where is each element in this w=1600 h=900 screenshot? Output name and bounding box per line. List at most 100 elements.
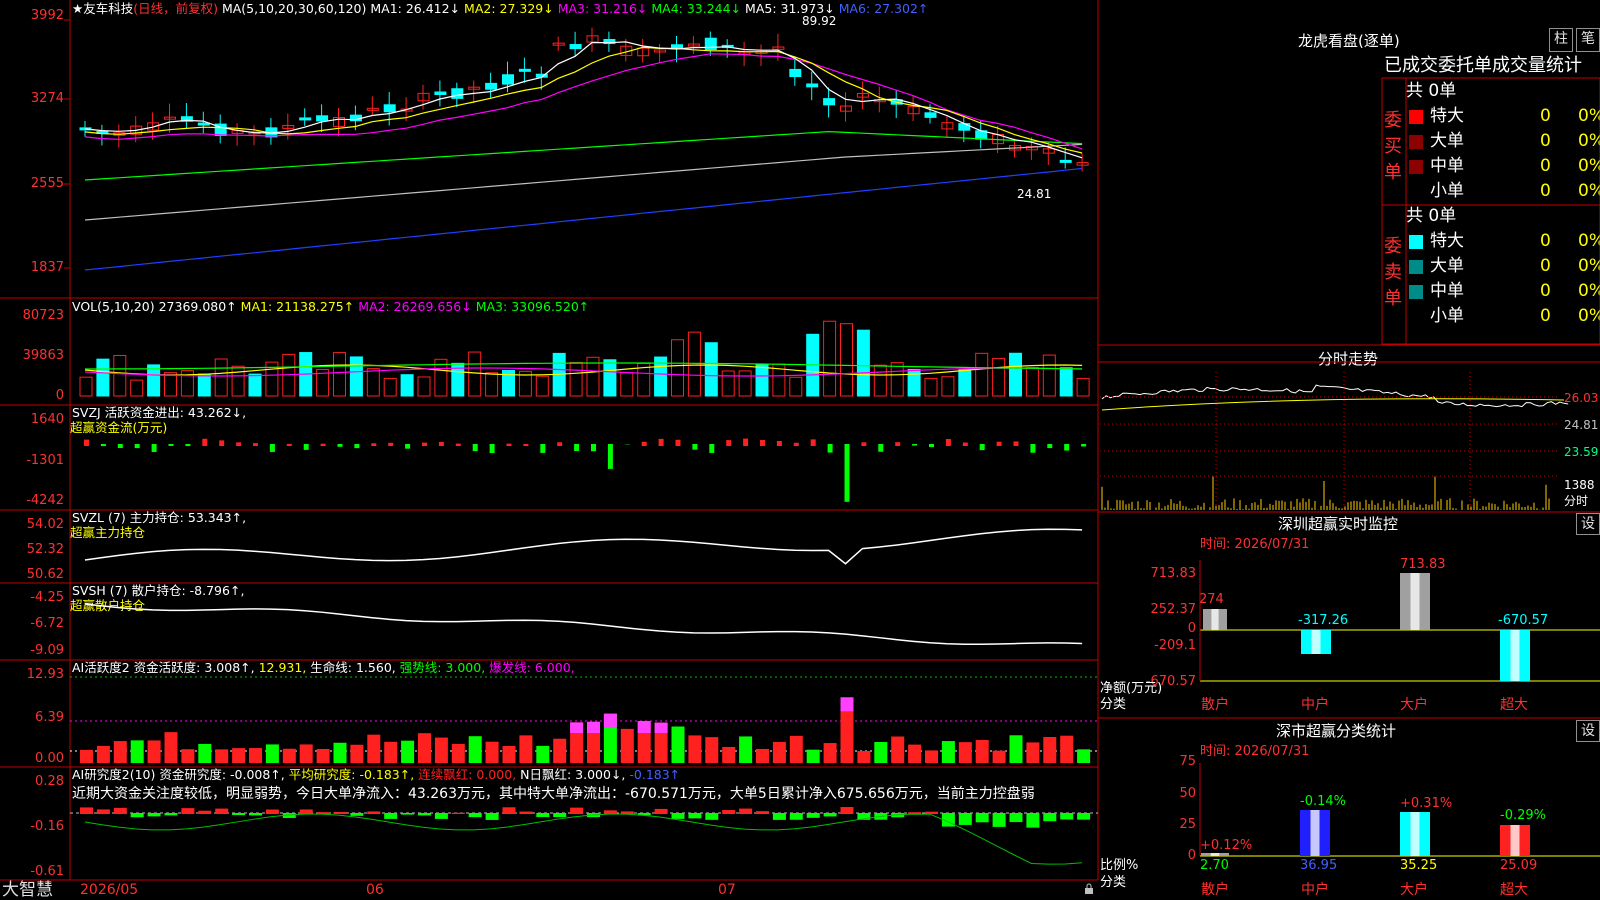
candle — [823, 98, 836, 106]
research-bar — [705, 813, 719, 820]
research-bar — [772, 813, 786, 820]
volume-bar — [417, 376, 431, 397]
research-bar — [434, 813, 448, 819]
research-bar — [1060, 813, 1074, 820]
volume-bar — [890, 362, 904, 397]
research-bar — [113, 807, 127, 814]
volume-bar — [823, 320, 837, 397]
volume-bar — [383, 377, 397, 397]
research-bar — [181, 808, 195, 814]
activity-bar — [941, 741, 955, 763]
flow-bar — [557, 442, 563, 446]
flow-bar — [286, 443, 292, 446]
candle — [434, 91, 447, 96]
flow-bar — [776, 440, 782, 446]
activity-peak — [637, 721, 651, 733]
activity-bar — [434, 737, 448, 763]
dragon-box — [1381, 77, 1600, 345]
flow-bar — [878, 444, 884, 452]
volume-bar — [164, 372, 177, 397]
research-bar — [1077, 813, 1091, 820]
research-bar — [198, 810, 212, 814]
flow-bar — [84, 439, 89, 446]
monitor-bar-super-shine — [1510, 630, 1520, 681]
activity-bar — [1026, 742, 1040, 763]
activity-bar — [671, 726, 685, 763]
activity-bar — [722, 746, 736, 763]
candle — [958, 123, 971, 131]
activity-peak — [840, 697, 854, 712]
activity-bar — [316, 748, 330, 763]
activity-peak — [603, 713, 617, 728]
research-bar — [654, 808, 668, 814]
flow-bar — [810, 439, 816, 446]
flow-bar — [591, 444, 596, 452]
flow-bar — [422, 442, 427, 446]
activity-bar — [401, 740, 415, 763]
flow-bar — [523, 443, 529, 446]
monitor-bar-large-shine — [1410, 573, 1420, 630]
flow-bar — [168, 444, 174, 446]
volume-bar — [992, 357, 1006, 397]
research-bar — [80, 807, 93, 814]
activity-bar — [468, 736, 482, 763]
volume-bar — [840, 323, 853, 397]
activity-bar — [519, 735, 533, 763]
ma6-line — [84, 167, 1083, 271]
flow-bar — [388, 442, 394, 446]
volume-bar — [620, 372, 634, 397]
volume-bar — [96, 358, 110, 397]
activity-bar — [1060, 735, 1074, 763]
research-bar — [620, 811, 634, 814]
activity-bar — [772, 741, 786, 763]
activity-bar — [418, 733, 431, 763]
activity-bar — [1077, 749, 1091, 763]
flow-bar — [320, 443, 326, 446]
volume-bar — [789, 376, 803, 397]
research-bar — [401, 813, 415, 815]
flow-bar — [202, 438, 208, 446]
volume-bar — [704, 342, 718, 397]
classify-bar-mid-shine — [1310, 810, 1320, 856]
flow-bar — [489, 444, 495, 453]
research-bar — [232, 813, 246, 816]
flow-bar — [675, 439, 681, 446]
volume-bar — [924, 377, 938, 397]
candle — [569, 44, 582, 50]
volume-bar — [603, 359, 617, 397]
research-bar — [519, 811, 533, 814]
activity-bar — [806, 749, 820, 763]
candle — [789, 68, 802, 78]
main-position-line — [84, 528, 1083, 565]
candle — [1059, 159, 1072, 163]
volume-bar — [468, 351, 482, 397]
activity-bar — [147, 740, 161, 763]
flow-bar — [219, 440, 225, 446]
research-bar — [147, 813, 161, 817]
activity-bar — [96, 745, 110, 763]
research-bar — [925, 811, 938, 814]
research-bar — [1043, 813, 1057, 822]
research-bar — [553, 813, 567, 818]
flow-bar — [844, 444, 850, 502]
flow-bar — [996, 441, 1002, 446]
activity-bar — [215, 749, 229, 763]
research-bar — [823, 813, 837, 817]
research-bar — [367, 811, 381, 814]
activity-bar — [908, 744, 922, 763]
research-bar — [722, 810, 736, 814]
volume-bar — [873, 364, 887, 397]
chart-graphics[interactable] — [0, 0, 1600, 900]
candle — [924, 112, 937, 118]
volume-bar — [231, 365, 245, 397]
volume-bar — [214, 358, 228, 397]
app-window: ★友车科技(日线，前复权) MA(5,10,20,30,60,120) MA1:… — [0, 0, 1600, 900]
research-bar — [164, 813, 178, 816]
activity-bar — [181, 749, 195, 763]
research-bar — [671, 813, 685, 819]
activity-bar — [350, 744, 364, 763]
candle — [197, 122, 210, 126]
volume-bar — [1042, 354, 1056, 397]
activity-bar — [857, 750, 871, 763]
activity-bar — [958, 742, 972, 763]
